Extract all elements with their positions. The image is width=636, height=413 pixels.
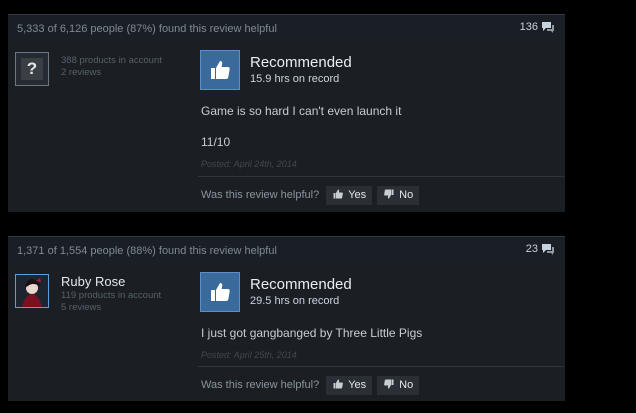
divider [198,366,564,367]
recommendation-label[interactable]: Recommended [250,54,352,71]
products-count: 388 products in account [61,55,162,66]
vote-yes-label: Yes [348,189,367,201]
vote-no-button[interactable]: No [377,375,420,395]
vote-no-button[interactable]: No [377,185,420,205]
thumbs-down-icon [383,188,395,203]
review-card: 5,333 of 6,126 people (87%) found this r… [8,14,565,212]
review-text: I just got gangbanged by Three Little Pi… [201,326,423,340]
author-name[interactable]: Ruby Rose [61,274,125,289]
avatar-placeholder: ? [21,58,43,80]
posted-date: Posted: April 25th, 2014 [201,350,297,360]
thumbs-down-icon [383,378,395,393]
vote-yes-button[interactable]: Yes [326,375,373,395]
review-header: 5,333 of 6,126 people (87%) found this r… [8,15,565,43]
posted-date: Posted: April 24th, 2014 [201,159,297,169]
comment-icon [541,21,555,33]
comment-count-value: 23 [525,243,538,255]
recommendation-block: Recommended 15.9 hrs on record [200,50,545,92]
comment-count[interactable]: 23 [526,243,555,255]
helpful-summary: 5,333 of 6,126 people (87%) found this r… [17,23,277,35]
avatar[interactable] [15,274,49,308]
helpful-vote-row: Was this review helpful? Yes No [201,185,424,205]
comment-icon [541,243,555,255]
helpful-vote-row: Was this review helpful? Yes No [201,375,424,395]
comment-count-value: 136 [519,21,538,33]
vote-yes-button[interactable]: Yes [326,185,373,205]
hours-on-record: 15.9 hrs on record [250,73,340,85]
vote-yes-label: Yes [348,379,367,391]
thumbs-up-icon [332,378,344,393]
hours-on-record: 29.5 hrs on record [250,295,340,307]
review-header: 1,371 of 1,554 people (88%) found this r… [8,237,565,265]
recommendation-label[interactable]: Recommended [250,276,352,293]
vote-no-label: No [399,189,414,201]
review-text: Game is so hard I can't even launch it [201,104,402,118]
thumbs-up-icon [200,50,240,90]
helpful-question: Was this review helpful? [201,189,320,201]
comment-count[interactable]: 136 [520,21,555,33]
vote-no-label: No [399,379,414,391]
thumbs-up-icon [332,188,344,203]
review-text: 11/10 [201,135,231,149]
divider [198,176,564,177]
avatar[interactable]: ? [15,52,49,86]
helpful-question: Was this review helpful? [201,379,320,391]
recommendation-block: Recommended 29.5 hrs on record [200,272,545,314]
thumbs-up-icon [200,272,240,312]
review-card: 1,371 of 1,554 people (88%) found this r… [8,236,565,401]
reviews-count[interactable]: 2 reviews [61,67,101,79]
helpful-summary: 1,371 of 1,554 people (88%) found this r… [17,245,277,257]
reviews-count[interactable]: 5 reviews [61,302,101,314]
products-count: 119 products in account [61,290,162,301]
